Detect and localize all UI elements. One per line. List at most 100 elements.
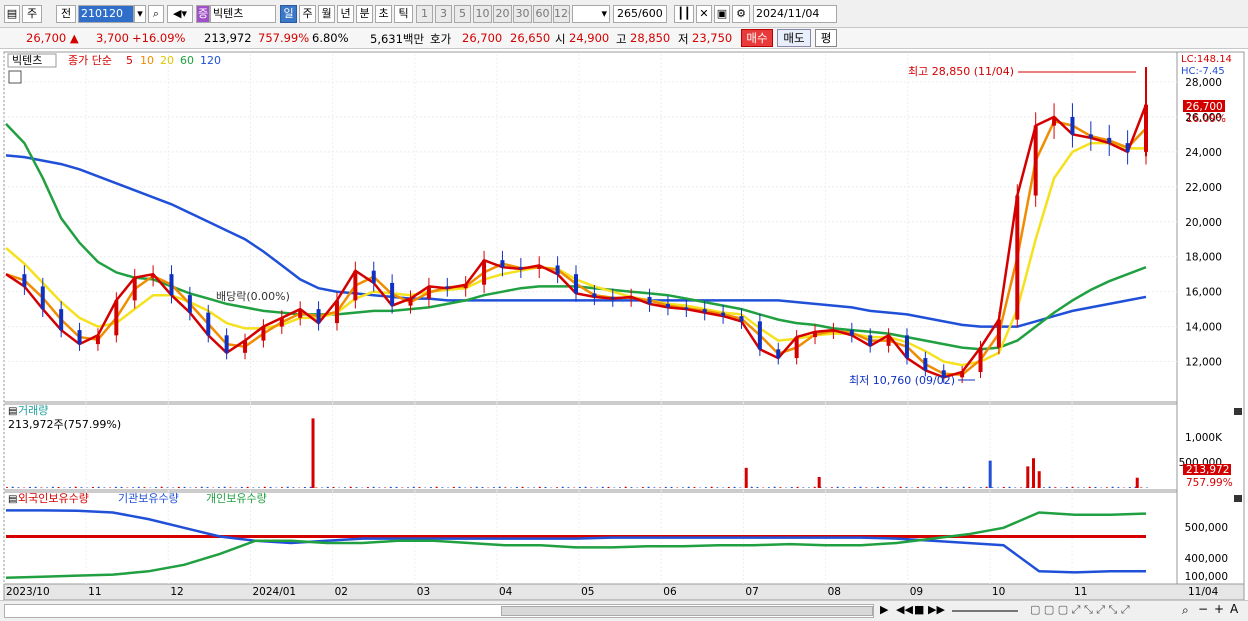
prev-button[interactable]: 전 bbox=[56, 5, 76, 23]
magnifier-icon[interactable]: ⌕ bbox=[1182, 603, 1189, 618]
minute-120-button[interactable]: 120 bbox=[553, 5, 570, 23]
volume-bar bbox=[200, 486, 203, 488]
stock-code-input[interactable]: 210120 bbox=[78, 5, 134, 23]
volume-bar bbox=[555, 487, 558, 488]
zoom-in-button[interactable]: + bbox=[1214, 602, 1224, 616]
candle-body bbox=[647, 296, 652, 304]
holding-panel-menu[interactable]: ▤ bbox=[8, 494, 17, 505]
scrollbar-thumb[interactable] bbox=[501, 606, 873, 616]
volume-bar bbox=[1014, 487, 1017, 488]
custom-period-select[interactable]: ▾ bbox=[572, 5, 610, 23]
holding-close-icon[interactable] bbox=[1234, 495, 1242, 502]
volume-bar bbox=[1111, 486, 1114, 488]
candle-body bbox=[482, 260, 487, 285]
tool-icons[interactable]: ▢ ▢ ▢ ⤢ ⤡ ⤢ ⤡ ⤢ bbox=[1030, 603, 1130, 617]
rewind-icon[interactable]: ◀◀ bbox=[896, 603, 913, 616]
volume-bar bbox=[1071, 486, 1074, 488]
low-label: 저 bbox=[678, 32, 689, 46]
sell-button[interactable]: 매도 bbox=[777, 29, 811, 47]
minute-30-button[interactable]: 30 bbox=[513, 5, 532, 23]
scroll-right-icon[interactable]: ▶ bbox=[880, 603, 888, 616]
minute-10-button[interactable]: 10 bbox=[473, 5, 492, 23]
volume-bar bbox=[601, 486, 604, 488]
volume-bar bbox=[137, 486, 140, 488]
zoom-out-button[interactable]: − bbox=[1198, 602, 1208, 616]
crosshair-icon[interactable]: ✕ bbox=[696, 5, 712, 23]
period-minute-tab[interactable]: 분 bbox=[356, 5, 373, 23]
zoom-slider[interactable] bbox=[952, 610, 1018, 612]
period-second-tab[interactable]: 초 bbox=[375, 5, 392, 23]
volume-bar bbox=[321, 487, 324, 488]
volume-spike-bar bbox=[1135, 477, 1139, 488]
volume-bar bbox=[922, 486, 925, 488]
volume-bar bbox=[808, 487, 811, 488]
volume-spike-bar bbox=[817, 476, 821, 488]
period-day-tab[interactable]: 일 bbox=[280, 5, 297, 23]
volume-title: 거래량 bbox=[18, 404, 48, 417]
volume-bar bbox=[693, 487, 696, 488]
volume-bar bbox=[154, 487, 157, 488]
period-main-select[interactable]: 주 bbox=[22, 5, 42, 23]
auto-button[interactable]: A bbox=[1230, 602, 1238, 616]
data-count-field[interactable]: 265/600 bbox=[613, 5, 667, 23]
volume-bar bbox=[939, 486, 942, 488]
minute-20-button[interactable]: 20 bbox=[493, 5, 512, 23]
period-tick-tab[interactable]: 틱 bbox=[394, 5, 413, 23]
calculator-icon[interactable] bbox=[8, 70, 22, 84]
volume-bar bbox=[653, 487, 656, 488]
period-year-tab[interactable]: 년 bbox=[337, 5, 354, 23]
volume-bar bbox=[641, 487, 644, 488]
scrollbar-track[interactable] bbox=[4, 604, 874, 618]
volume-bar bbox=[956, 487, 959, 488]
volume-bar bbox=[315, 487, 318, 488]
volume-bar bbox=[355, 487, 358, 488]
chart-area[interactable]: 빅텐츠 종가 단순 5 10 20 60 120 LC:148.14 HC:-7… bbox=[0, 50, 1248, 621]
speaker-icon[interactable]: ◀▾ bbox=[167, 5, 193, 23]
volume-bar bbox=[779, 487, 782, 488]
candle-body bbox=[316, 309, 321, 324]
save-icon[interactable]: ▣ bbox=[714, 5, 730, 23]
buy-button[interactable]: 매수 bbox=[741, 29, 773, 47]
x-tick-label: 2024/01 bbox=[252, 586, 296, 598]
legend-ma10: 10 bbox=[140, 54, 154, 67]
volume-spike-bar bbox=[1032, 458, 1035, 488]
volume-bar bbox=[475, 486, 478, 488]
candle-body bbox=[923, 358, 928, 371]
minute-1-button[interactable]: 1 bbox=[416, 5, 433, 23]
volume-bar bbox=[80, 487, 83, 488]
chevron-down-icon[interactable]: ▾ bbox=[134, 5, 146, 23]
volume-bar bbox=[498, 486, 501, 488]
candle-body bbox=[555, 265, 560, 275]
candle-body bbox=[610, 296, 615, 299]
candle-body bbox=[537, 265, 542, 269]
volume-bar bbox=[733, 486, 736, 488]
stock-chart[interactable]: 빅텐츠 종가 단순 5 10 20 60 120 LC:148.14 HC:-7… bbox=[0, 50, 1248, 601]
minute-60-button[interactable]: 60 bbox=[533, 5, 552, 23]
x-axis-bar bbox=[3, 583, 1245, 601]
candle-body bbox=[886, 335, 891, 346]
volume-panel-menu[interactable]: ▤ bbox=[8, 406, 17, 417]
gear-icon[interactable]: ⚙ bbox=[732, 5, 750, 23]
search-icon[interactable]: ⌕ bbox=[148, 5, 164, 23]
period-month-tab[interactable]: 월 bbox=[318, 5, 335, 23]
menu-icon[interactable]: ▤ bbox=[4, 5, 20, 23]
minute-5-button[interactable]: 5 bbox=[454, 5, 471, 23]
candle-body bbox=[132, 277, 137, 301]
volume-bar bbox=[435, 486, 438, 488]
candle-body bbox=[353, 270, 358, 301]
stop-icon[interactable]: ■ bbox=[914, 603, 924, 616]
current-price-tag-text: 26,700 bbox=[1186, 101, 1223, 113]
candle-icon[interactable]: ┃┃ bbox=[674, 5, 694, 23]
volume-bar bbox=[240, 486, 243, 488]
volume-close-icon[interactable] bbox=[1234, 408, 1242, 415]
period-week-tab[interactable]: 주 bbox=[299, 5, 316, 23]
forward-icon[interactable]: ▶▶ bbox=[928, 603, 945, 616]
candle-body bbox=[629, 296, 634, 299]
average-button[interactable]: 평 bbox=[815, 29, 837, 47]
stock-name-field[interactable]: 빅텐츠 bbox=[210, 5, 276, 23]
volume-bar bbox=[389, 486, 392, 488]
volume-bar bbox=[750, 486, 753, 488]
x-tick-label: 02 bbox=[335, 586, 348, 598]
date-field[interactable]: 2024/11/04 bbox=[753, 5, 837, 23]
minute-3-button[interactable]: 3 bbox=[435, 5, 452, 23]
